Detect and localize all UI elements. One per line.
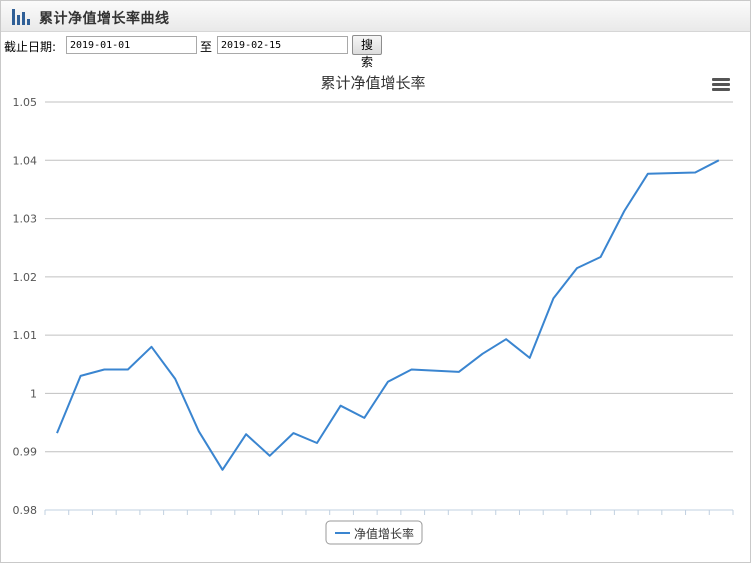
title-bar: 累计净值增长率曲线 — [1, 1, 750, 32]
grid-lines — [45, 101, 733, 511]
y-tick-label: 0.99 — [13, 446, 38, 459]
series-line — [56, 159, 720, 471]
y-tick-label: 1.04 — [13, 154, 38, 167]
y-tick-label: 1.03 — [13, 213, 38, 226]
start-date-input[interactable] — [66, 36, 197, 54]
line-chart: 累计净值增长率 0.98 0.99 1 1.01 1.02 1.03 1.04 1.05 净值… — [13, 74, 734, 545]
y-tick-label: 0.98 — [13, 504, 38, 517]
search-button[interactable]: 搜索 — [352, 35, 383, 69]
series-layer — [56, 159, 720, 471]
y-tick-label: 1.02 — [13, 271, 38, 284]
date-label: 截止日期: — [4, 40, 57, 54]
bar-chart-icon — [12, 9, 30, 25]
y-axis: 0.98 0.99 1 1.01 1.02 1.03 1.04 1.05 — [13, 96, 38, 517]
legend[interactable]: 净值增长率 — [325, 520, 423, 545]
window-title: 累计净值增长率曲线 — [39, 11, 170, 27]
legend-label: 净值增长率 — [354, 526, 414, 541]
y-tick-label: 1.05 — [13, 96, 38, 109]
y-tick-label: 1 — [30, 387, 37, 400]
chart-title: 累计净值增长率 — [320, 74, 425, 92]
y-tick-label: 1.01 — [13, 329, 38, 342]
date-separator: 至 — [200, 40, 213, 54]
x-axis — [44, 510, 734, 515]
end-date-input[interactable] — [217, 36, 348, 54]
menu-icon[interactable] — [712, 78, 730, 91]
